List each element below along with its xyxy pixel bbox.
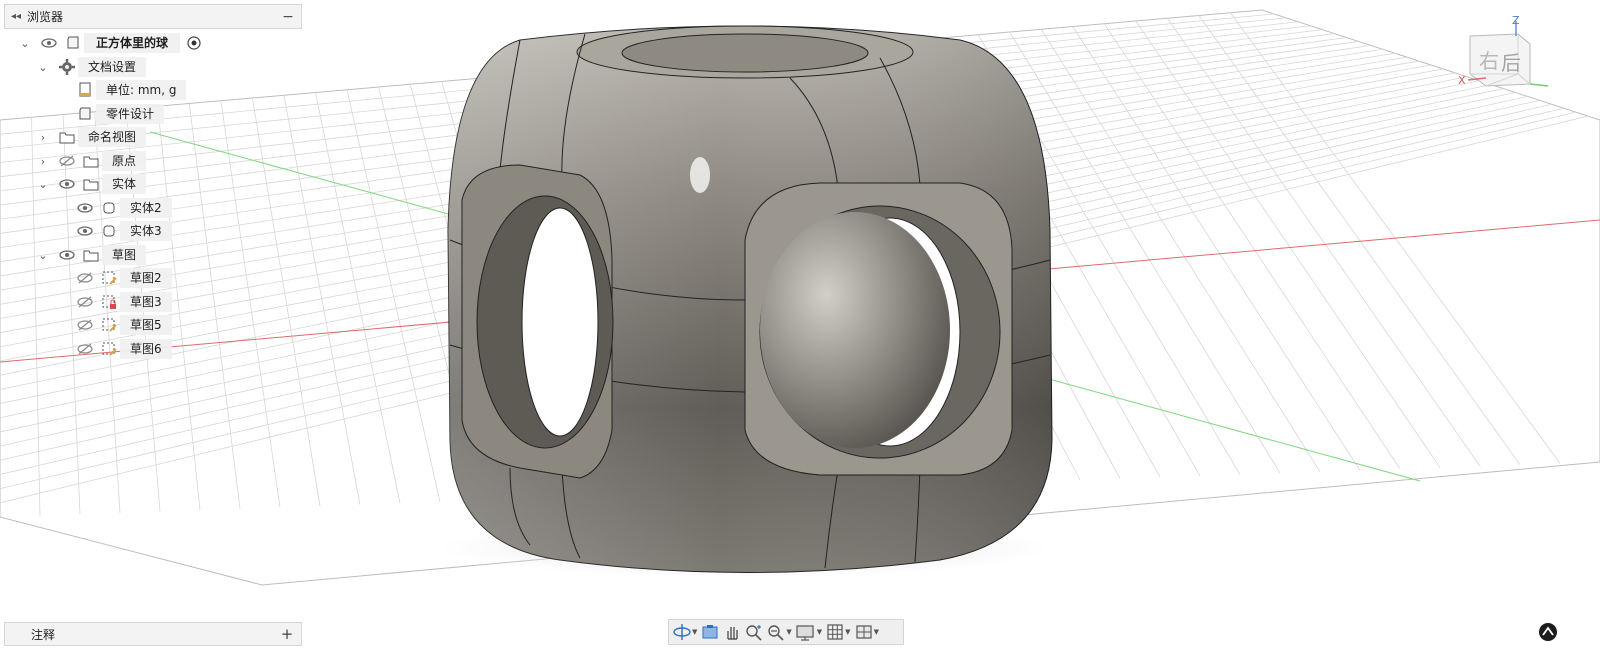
model-cube-with-sphere[interactable] <box>447 25 1053 573</box>
units-icon <box>76 81 94 99</box>
look-at-button[interactable] <box>699 621 721 643</box>
eye-hidden-icon[interactable] <box>76 293 94 311</box>
eye-icon[interactable] <box>58 175 76 193</box>
grid-icon <box>827 624 843 640</box>
viewcube-face-front[interactable]: 后 <box>1501 51 1521 75</box>
caret-down-icon[interactable]: ▼ <box>692 628 697 636</box>
chevron-down-icon[interactable]: ⌄ <box>36 249 50 262</box>
folder-icon <box>58 128 76 146</box>
viewports-button[interactable]: ▼ <box>853 621 881 643</box>
chevron-right-icon[interactable]: › <box>36 155 50 168</box>
axis-z-label: Z <box>1512 14 1520 27</box>
activate-radio-icon[interactable] <box>185 34 203 52</box>
caret-down-icon[interactable]: ▼ <box>874 628 879 636</box>
component-icon <box>76 105 94 123</box>
folder-icon <box>82 175 100 193</box>
chevron-down-icon[interactable]: ⌄ <box>18 37 32 50</box>
app-logo-icon <box>1539 623 1557 641</box>
eye-icon[interactable] <box>58 246 76 264</box>
root-label: 正方体里的球 <box>84 33 181 53</box>
body-item-label: 实体2 <box>120 198 172 218</box>
sketches-label: 草图 <box>102 245 147 265</box>
orbit-icon <box>673 624 691 640</box>
eye-hidden-icon[interactable] <box>58 152 76 170</box>
viewcube-face-left[interactable]: 右 <box>1479 49 1499 73</box>
chevron-down-icon[interactable]: ⌄ <box>36 61 50 74</box>
units-label: 单位: mm, g <box>96 80 187 100</box>
navigation-toolbar: ▼ ▼ ▼ ▼ ▼ <box>668 619 904 645</box>
caret-down-icon[interactable]: ▼ <box>845 628 850 636</box>
gear-icon <box>58 58 76 76</box>
canvas-viewport[interactable] <box>0 0 1600 662</box>
folder-icon <box>82 246 100 264</box>
eye-hidden-icon[interactable] <box>76 316 94 334</box>
chevron-down-icon[interactable]: ⌄ <box>36 178 50 191</box>
pan-icon <box>727 627 739 640</box>
folder-icon <box>82 152 100 170</box>
sketch-item-label: 草图5 <box>120 315 172 335</box>
display-settings-icon <box>796 625 814 641</box>
zoom-button[interactable] <box>743 621 765 643</box>
caret-down-icon[interactable]: ▼ <box>817 628 822 636</box>
zoom-icon <box>746 625 762 641</box>
add-note-button[interactable]: + <box>273 625 301 643</box>
fit-button[interactable]: ▼ <box>765 621 793 643</box>
notes-label: 注释 <box>31 627 56 642</box>
eye-hidden-icon[interactable] <box>76 340 94 358</box>
double-chevron-left-icon[interactable]: ◂◂ <box>5 11 27 22</box>
chevron-right-icon[interactable]: › <box>36 131 50 144</box>
pan-button[interactable] <box>721 621 743 643</box>
eye-icon[interactable] <box>40 34 58 52</box>
body-item-label: 实体3 <box>120 221 172 241</box>
sketch-item-label: 草图3 <box>120 292 172 312</box>
origin-label: 原点 <box>102 151 147 171</box>
axis-x-label: X <box>1458 74 1466 87</box>
viewports-icon <box>855 625 872 639</box>
fit-icon <box>768 625 784 641</box>
look-at-icon <box>702 625 718 639</box>
component-icon <box>64 34 82 52</box>
minimize-button[interactable]: − <box>275 9 301 25</box>
sketch-item-label: 草图6 <box>120 339 172 359</box>
sketch-icon <box>100 269 118 287</box>
sketch-icon <box>100 316 118 334</box>
view-cube[interactable]: 右 后 Z X <box>1458 14 1558 100</box>
part-design-label: 零件设计 <box>96 104 165 124</box>
sketch-item-label: 草图2 <box>120 268 172 288</box>
bodies-label: 实体 <box>102 174 147 194</box>
display-settings-button[interactable]: ▼ <box>794 621 824 643</box>
sketch-icon <box>100 340 118 358</box>
doc-settings-label: 文档设置 <box>78 57 147 77</box>
eye-hidden-icon[interactable] <box>76 269 94 287</box>
browser-header: ◂◂ 浏览器 − <box>4 4 302 29</box>
body-icon <box>100 199 118 217</box>
eye-icon[interactable] <box>76 199 94 217</box>
body-icon <box>100 222 118 240</box>
orbit-button[interactable]: ▼ <box>671 621 699 643</box>
inner-sphere[interactable] <box>760 212 950 448</box>
grid-button[interactable]: ▼ <box>824 621 852 643</box>
sketch-locked-icon <box>100 293 118 311</box>
notes-panel: 注释 + <box>4 622 302 646</box>
browser-title: 浏览器 <box>27 10 64 24</box>
eye-icon[interactable] <box>76 222 94 240</box>
named-views-label: 命名视图 <box>78 127 147 147</box>
caret-down-icon[interactable]: ▼ <box>786 628 791 636</box>
